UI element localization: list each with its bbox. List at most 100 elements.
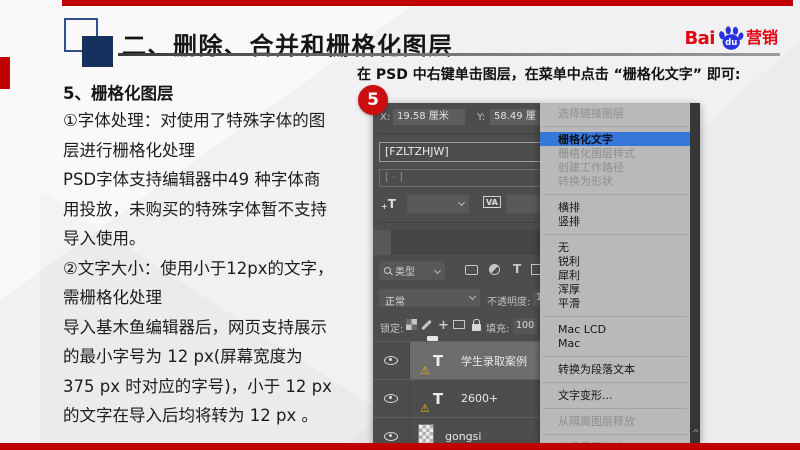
paragraph-line: 导入基木鱼编辑器后，网页支持展示 (63, 313, 378, 343)
type-glyph: T (433, 352, 443, 370)
body-paragraph: ①字体处理：对使用了特殊字体的图层进行栅格化处理PSD字体支持编辑器中49 种字… (63, 106, 378, 431)
menu-separator (543, 382, 687, 383)
lock-all-icon[interactable] (472, 324, 481, 331)
menu-separator (543, 434, 687, 435)
panel-tab[interactable] (409, 230, 427, 255)
menu-separator (543, 194, 687, 195)
left-red-accent (0, 57, 10, 89)
layer-name: 2600+ (461, 392, 498, 405)
visibility-cell[interactable] (373, 380, 410, 417)
fill-label: 填充: (486, 320, 509, 335)
y-coordinate-label: Y: (477, 112, 485, 123)
context-menu: 选择链接图层栅格化文字栅格化图层样式创建工作路径转换为形状横排竖排无锐利犀利浑厚… (540, 103, 690, 444)
baidu-paw-icon: du (717, 25, 744, 51)
blend-mode-dropdown[interactable]: 正常 (379, 289, 480, 307)
menu-item[interactable]: 创建工作路径 (540, 160, 690, 174)
svg-text:du: du (725, 38, 737, 48)
panel-tab[interactable] (373, 230, 391, 255)
chevron-down-icon (434, 267, 441, 274)
menu-item[interactable]: 锐利 (540, 254, 690, 268)
menu-item[interactable]: 栅格化图层样式 (540, 146, 690, 160)
lock-move-icon[interactable]: + (438, 320, 449, 332)
paragraph-line: 的最小字号为 12 px(屏幕宽度为 (63, 342, 378, 372)
filter-pixel-layers-icon[interactable] (465, 265, 478, 275)
menu-separator (543, 408, 687, 409)
chevron-down-icon (458, 199, 465, 206)
x-coordinate-field[interactable]: 19.58 厘米 (393, 109, 465, 125)
layer-thumbnail[interactable]: T ⚠ (418, 424, 434, 445)
paragraph-line: PSD字体支持编辑器中49 种字体商 (63, 165, 378, 195)
menu-item[interactable]: 平滑 (540, 296, 690, 310)
step-number-badge: 5 (358, 85, 388, 115)
bottom-red-bar (0, 443, 800, 450)
fill-field[interactable]: 100 (513, 318, 537, 334)
paragraph-line: 层进行栅格化处理 (63, 136, 378, 166)
paragraph-line: ②文字大小：使用小于12px的文字， (63, 254, 378, 284)
filter-adjustment-layers-icon[interactable] (489, 264, 500, 275)
menu-item[interactable]: 横排 (540, 200, 690, 214)
x-coordinate-label: X: (380, 112, 390, 123)
paragraph-line: ①字体处理：对使用了特殊字体的图 (63, 106, 378, 136)
divider (377, 222, 537, 223)
tracking-field[interactable] (506, 195, 540, 213)
visibility-cell[interactable] (373, 342, 410, 379)
menu-separator (543, 316, 687, 317)
menu-item[interactable]: 竖排 (540, 214, 690, 228)
filter-type-layers-icon[interactable]: T (513, 262, 521, 276)
instruction-text: 在 PSD 中右键单击图层，在菜单中点击 “栅格化文字” 即可: (357, 64, 797, 84)
paragraph-line: 用投放，未购买的特殊字体暂不支持 (63, 195, 378, 225)
menu-item[interactable]: 转换为段落文本 (540, 362, 690, 376)
scroll-up-icon[interactable]: ^ (692, 429, 700, 439)
menu-item[interactable]: 栅格化文字 (540, 132, 690, 146)
eye-icon[interactable] (384, 394, 398, 403)
baidu-logo-suffix: 营销 (746, 24, 778, 48)
menu-item[interactable]: 文字变形... (540, 388, 690, 402)
menu-item[interactable]: Mac LCD (540, 322, 690, 336)
layer-marker (427, 336, 438, 341)
menu-separator (543, 356, 687, 357)
y-coordinate-field[interactable]: 58.49 厘 (490, 109, 540, 125)
lock-transparency-icon[interactable] (406, 319, 417, 330)
menu-item[interactable]: Mac (540, 336, 690, 350)
visibility-cell[interactable] (373, 418, 410, 444)
menu-item[interactable]: 选择链接图层 (540, 106, 690, 120)
menu-separator (543, 234, 687, 235)
baidu-logo-bai: Bai (684, 28, 715, 49)
paragraph-line: 需栅格化处理 (63, 283, 378, 313)
paragraph-line: 375 px 时对应的字号)，小于 12 px (63, 372, 378, 402)
menu-item[interactable]: 从隔离图层释放 (540, 414, 690, 428)
section-heading: 5、栅格化图层 (63, 80, 173, 104)
photoshop-screenshot: X: 19.58 厘米 Y: 58.49 厘 [FZLTZHJW] [ - ] … (373, 103, 700, 444)
layer-thumbnail[interactable]: T ⚠ (426, 349, 450, 373)
lock-artboard-icon[interactable] (453, 320, 465, 329)
lock-label: 锁定: (380, 320, 403, 335)
eye-icon[interactable] (384, 356, 398, 365)
opacity-label: 不透明度: (487, 293, 530, 308)
menu-item[interactable]: 无 (540, 240, 690, 254)
menu-item[interactable]: 犀利 (540, 268, 690, 282)
baidu-logo: Bai du 营销 (684, 24, 778, 49)
type-glyph: T (433, 390, 443, 408)
page-title: 二、删除、合并和栅格化图层 (122, 26, 454, 61)
layer-name: 学生录取案例 (461, 353, 527, 369)
menu-item[interactable]: 转换为形状 (540, 174, 690, 188)
paragraph-line: 导入使用。 (63, 224, 378, 254)
font-size-dropdown[interactable] (407, 195, 469, 213)
paragraph-line: 的文字在导入后均将转为 12 px 。 (63, 401, 378, 431)
top-red-strip (62, 0, 793, 6)
layer-thumbnail[interactable]: T ⚠ (426, 387, 450, 411)
panel-edge-strip: ^ (690, 103, 700, 444)
menu-item[interactable]: 浑厚 (540, 282, 690, 296)
font-size-icon: +T (381, 197, 396, 211)
layer-name: gongsi (445, 430, 481, 443)
menu-separator (543, 126, 687, 127)
layer-filter-dropdown[interactable]: 类型 (379, 261, 445, 280)
panel-tab[interactable] (391, 230, 409, 255)
eye-icon[interactable] (384, 432, 398, 441)
slide: 二、删除、合并和栅格化图层 Bai du 营销 5、栅格化图层 ①字体处理：对使… (0, 0, 800, 450)
lock-paint-icon[interactable] (421, 320, 432, 331)
title-underline (118, 53, 780, 56)
tracking-icon: VA (483, 196, 501, 208)
search-icon (384, 267, 391, 274)
chevron-down-icon (469, 293, 476, 300)
